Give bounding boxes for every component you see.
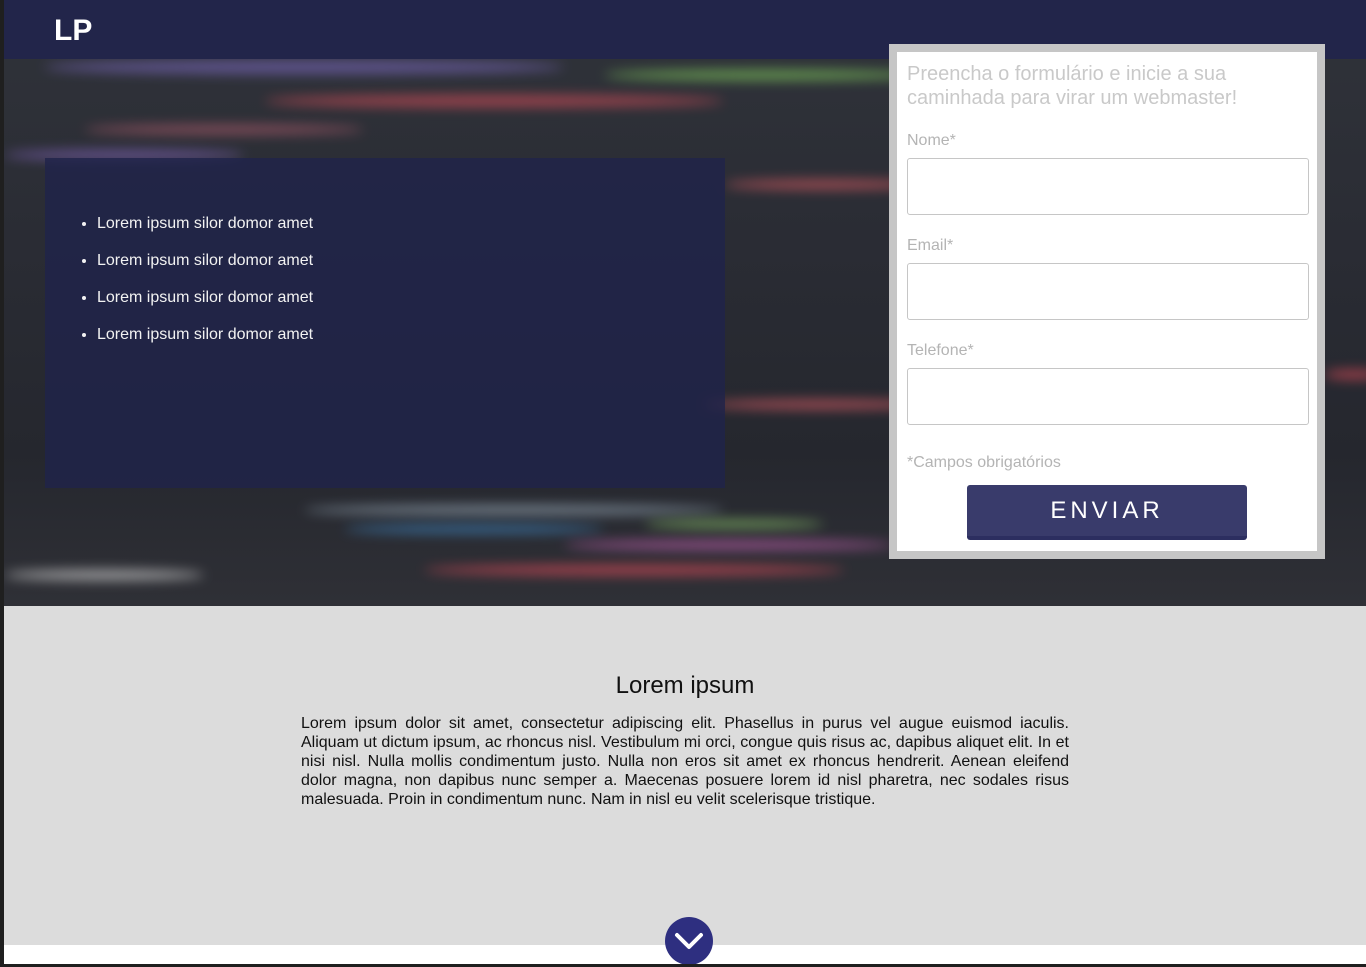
section-paragraph: Lorem ipsum dolor sit amet, consectetur … — [301, 715, 1069, 808]
name-input[interactable] — [907, 158, 1309, 215]
content-section: Lorem ipsum Lorem ipsum dolor sit amet, … — [301, 672, 1069, 809]
list-item: Lorem ipsum silor domor amet — [97, 316, 725, 353]
chevron-down-icon — [675, 933, 703, 949]
signup-form: Preencha o formulário e inicie a sua cam… — [889, 44, 1325, 559]
submit-button[interactable]: ENVIAR — [967, 485, 1247, 540]
name-label: Nome* — [907, 132, 956, 149]
features-list: Lorem ipsum silor domor amet Lorem ipsum… — [45, 158, 725, 353]
form-title: Preencha o formulário e inicie a sua cam… — [907, 63, 1238, 109]
list-item: Lorem ipsum silor domor amet — [97, 279, 725, 316]
site-logo[interactable]: LP — [54, 14, 92, 48]
email-input[interactable] — [907, 263, 1309, 320]
section-heading: Lorem ipsum — [615, 672, 755, 699]
phone-label: Telefone* — [907, 342, 974, 359]
landing-page: LP Lorem ipsum silor domor amet Lorem ip… — [0, 0, 1366, 967]
features-panel: Lorem ipsum silor domor amet Lorem ipsum… — [45, 158, 725, 488]
required-fields-note: *Campos obrigatórios — [907, 454, 1061, 471]
scroll-down-button[interactable] — [665, 917, 713, 964]
phone-input[interactable] — [907, 368, 1309, 425]
list-item: Lorem ipsum silor domor amet — [97, 205, 725, 242]
email-label: Email* — [907, 237, 954, 254]
list-item: Lorem ipsum silor domor amet — [97, 242, 725, 279]
